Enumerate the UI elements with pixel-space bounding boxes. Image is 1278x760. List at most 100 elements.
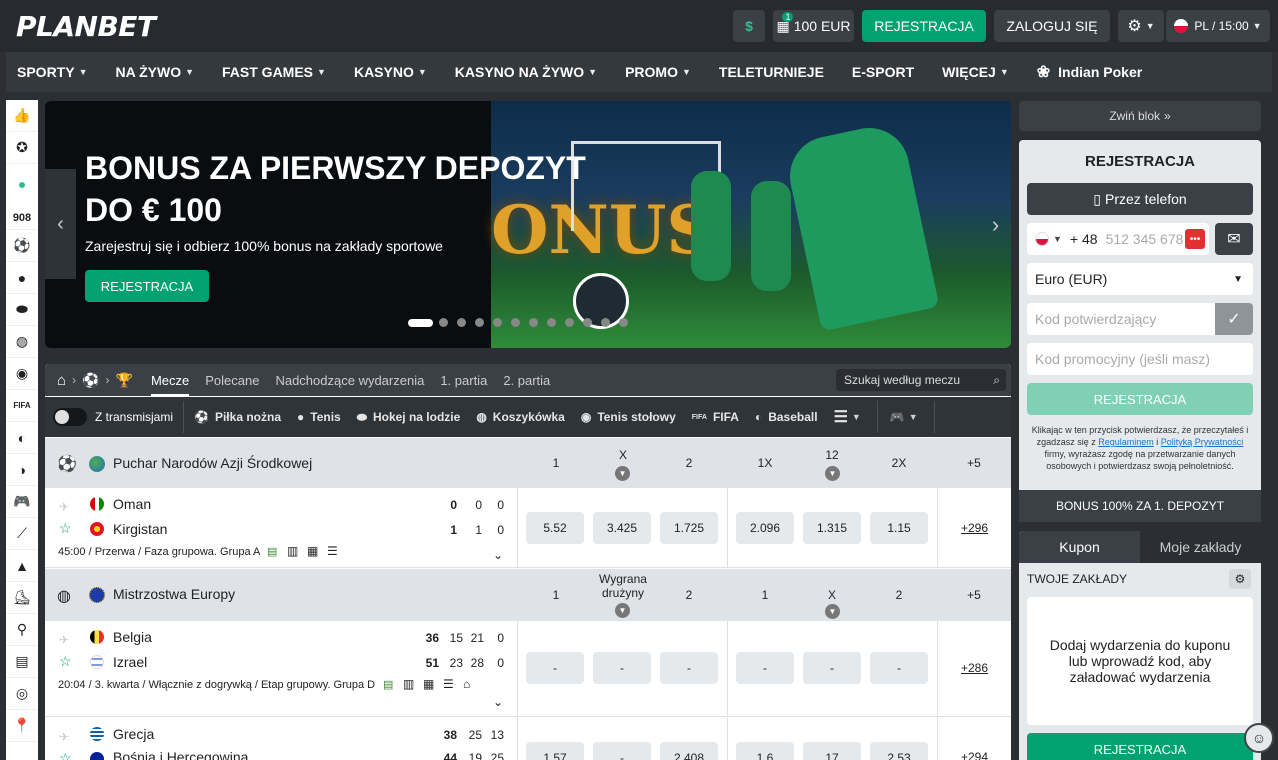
tab-kupon[interactable]: Kupon [1019, 531, 1140, 563]
odd-button[interactable]: 1.315 [803, 512, 861, 544]
stats-icon[interactable]: ▥ [287, 544, 298, 558]
odd-button[interactable]: - [593, 652, 651, 684]
tab-mecze[interactable]: Mecze [150, 373, 190, 396]
filter-table-tennis[interactable]: ◉ Tenis stołowy [581, 410, 676, 424]
trophy-icon[interactable]: 🏆 [116, 372, 133, 389]
logo[interactable]: PLANBET [16, 10, 156, 43]
chevron-down-icon[interactable]: ▼ [615, 603, 630, 618]
pagination-dot[interactable] [493, 318, 502, 327]
register-by-phone-button[interactable]: ▯ Przez telefon [1027, 183, 1253, 215]
filter-more[interactable]: ☰ ▼ [834, 407, 861, 427]
match-row[interactable]: ✈ ☆ Belgia Izrael 36 15 21 0 51 23 28 0 … [45, 621, 1011, 717]
sidebar-table-tennis[interactable]: ◉ [6, 358, 38, 390]
nav-e-sport[interactable]: E-SPORT [852, 64, 914, 80]
league-header[interactable]: ⚽ Puchar Narodów Azji Środkowej 1 X ▼ 2 … [45, 438, 1011, 488]
login-button[interactable]: ZALOGUJ SIĘ [994, 10, 1110, 42]
home-icon[interactable]: ⌂ [57, 372, 66, 389]
odd-button[interactable]: 3.425 [593, 512, 651, 544]
currency-select[interactable]: Euro (EUR) ▼ [1027, 263, 1253, 295]
sidebar-fifa[interactable]: FIFA [6, 390, 38, 422]
pagination-dot[interactable] [547, 318, 556, 327]
odd-button[interactable]: - [593, 742, 651, 760]
banner-register-button[interactable]: REJESTRACJA [85, 270, 209, 302]
sidebar-world[interactable]: ◎ [6, 678, 38, 710]
first-deposit-bonus-banner[interactable]: BONUS 100% ZA 1. DEPOZYT [1019, 490, 1261, 522]
filter-tennis[interactable]: ● Tenis [297, 410, 341, 424]
sidebar-skating[interactable]: ⛸ [6, 582, 38, 614]
pagination-dot[interactable] [529, 318, 538, 327]
star-icon[interactable]: ☆ [59, 520, 72, 537]
sidebar-favorites[interactable]: 👍 [6, 100, 38, 132]
nav-sporty[interactable]: SPORTY ▼ [17, 64, 88, 80]
privacy-link[interactable]: Polityką Prywatności [1161, 437, 1244, 447]
odd-button[interactable]: 17 [803, 742, 861, 760]
odd-button[interactable]: - [660, 652, 718, 684]
chevron-down-icon[interactable]: ▼ [825, 604, 840, 619]
sidebar-hockey[interactable]: ⬬ [6, 294, 38, 326]
court-icon[interactable]: ⌂ [463, 677, 470, 691]
star-icon[interactable]: ☆ [59, 653, 72, 670]
nav-kasyno[interactable]: KASYNO ▼ [354, 64, 427, 80]
pagination-dot[interactable] [565, 318, 574, 327]
pin-icon[interactable]: ✈ [59, 730, 69, 744]
sidebar-football[interactable]: ⚽ [6, 230, 38, 262]
phone-input[interactable]: ▼ + 48 512 345 678 ••• [1027, 223, 1209, 255]
pin-icon[interactable]: ✈ [59, 633, 69, 647]
chevron-down-icon[interactable]: ▼ [615, 466, 630, 481]
match-search-input[interactable]: Szukaj według meczu ⌕ [836, 369, 1006, 391]
pagination-dot[interactable] [457, 318, 466, 327]
support-chat-button[interactable]: ☺ [1244, 723, 1274, 753]
nav-indian-poker[interactable]: ❀ Indian Poker [1037, 62, 1142, 82]
stats-icon[interactable]: ▥ [403, 677, 414, 691]
odd-button[interactable]: - [870, 652, 928, 684]
league-header[interactable]: ◍ Mistrzostwa Europy 1 Wygrana drużyny ▼… [45, 569, 1011, 621]
pagination-dot[interactable] [583, 318, 592, 327]
pagination-dot[interactable] [439, 318, 448, 327]
bonus-button[interactable]: ▦ 1 100 EUR [773, 10, 854, 42]
register-button[interactable]: REJESTRACJA [862, 10, 986, 42]
stream-icon[interactable]: ▤ [267, 545, 277, 558]
tab-nadchodzace[interactable]: Nadchodzące wydarzenia [275, 373, 424, 388]
terms-link[interactable]: Regulaminem [1098, 437, 1154, 447]
list-icon[interactable]: ☰ [327, 544, 338, 558]
sidebar-live[interactable] [6, 164, 38, 206]
sidebar-volleyball[interactable]: ◑ [6, 454, 38, 486]
more-markets-link[interactable]: +296 [961, 521, 988, 535]
settings-button[interactable]: ⚙ ▼ [1118, 10, 1164, 42]
banner-prev-button[interactable]: ‹ [45, 169, 76, 279]
chevron-down-icon[interactable]: ⌄ [493, 695, 503, 709]
stream-toggle[interactable] [53, 408, 87, 426]
odd-button[interactable]: 1.57 [526, 742, 584, 760]
sidebar-esports[interactable]: 🎮 [6, 486, 38, 518]
pin-icon[interactable]: ✈ [59, 500, 69, 514]
banner-next-button[interactable]: › [980, 201, 1011, 249]
promo-banner[interactable]: ONUS ‹ › BONUS ZA PIERWSZY DEPOZYT DO € … [45, 101, 1011, 348]
list-icon[interactable]: ☰ [443, 677, 454, 691]
sidebar-stats[interactable]: ▤ [6, 646, 38, 678]
sidebar-basketball[interactable]: ◍ [6, 326, 38, 358]
sidebar-cricket[interactable]: ⟋ [6, 518, 38, 550]
pagination-dot[interactable] [475, 318, 484, 327]
pagination-dot[interactable] [619, 318, 628, 327]
odd-button[interactable]: 2.408 [660, 742, 718, 760]
stream-icon[interactable]: ▤ [383, 678, 393, 691]
chevron-down-icon[interactable]: ▼ [1053, 234, 1062, 244]
collapse-block-button[interactable]: Zwiń blok » [1019, 101, 1261, 131]
tab-2-partia[interactable]: 2. partia [503, 373, 550, 388]
filter-baseball[interactable]: ◐ Baseball [755, 410, 818, 424]
chart-icon[interactable]: ▦ [307, 544, 318, 558]
confirm-code-button[interactable]: ✓ [1215, 303, 1253, 335]
chevron-down-icon[interactable]: ⌄ [493, 548, 503, 562]
coupon-register-button[interactable]: REJESTRACJA [1027, 733, 1253, 760]
promo-code-input[interactable]: Kod promocyjny (jeśli masz) [1027, 343, 1253, 375]
sidebar-awards[interactable]: ✪ [6, 132, 38, 164]
filter-hockey[interactable]: ⬬ Hokej na lodzie [357, 410, 461, 425]
filter-fifa[interactable]: FIFA FIFA [692, 410, 739, 424]
sidebar-pin[interactable]: 📍 [6, 710, 38, 742]
sidebar-cycling[interactable]: ⚲ [6, 614, 38, 646]
nav-wiecej[interactable]: WIĘCEJ ▼ [942, 64, 1009, 80]
nav-na-zywo[interactable]: NA ŻYWO ▼ [116, 64, 195, 80]
odd-button[interactable]: - [803, 652, 861, 684]
pagination-dot-active[interactable] [408, 318, 433, 327]
more-columns[interactable]: +5 [949, 456, 999, 470]
